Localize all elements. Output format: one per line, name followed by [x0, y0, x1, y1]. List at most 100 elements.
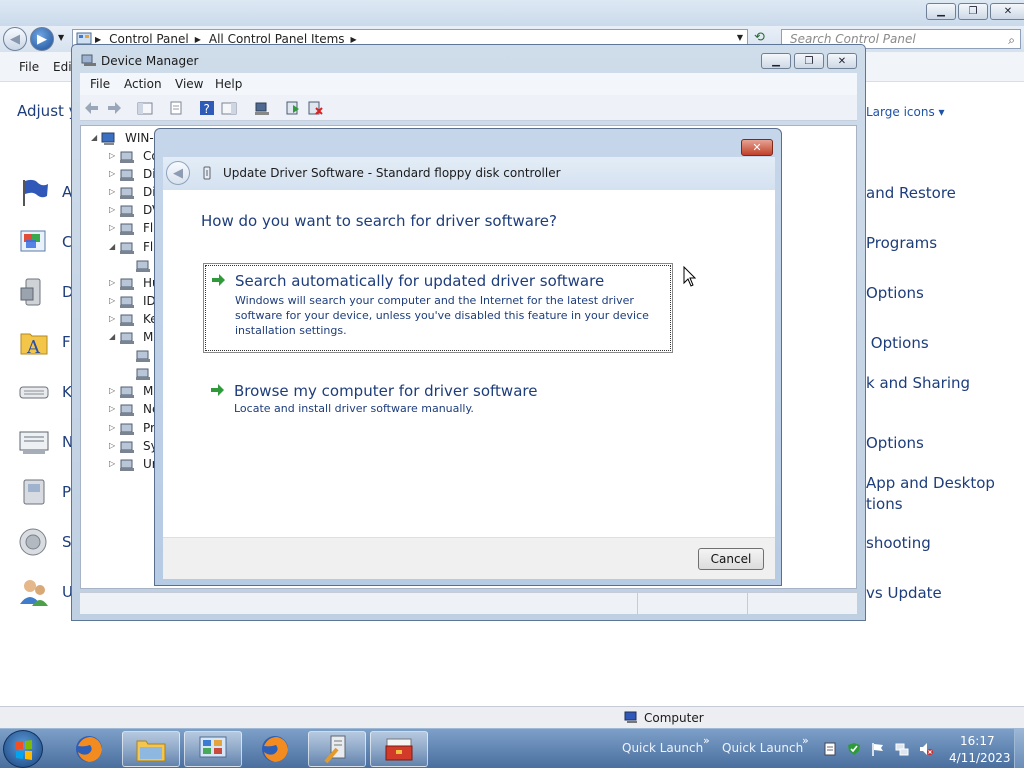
search-icon[interactable]: ⌕: [1008, 31, 1015, 49]
quick-launch-label[interactable]: Quick Launch: [622, 741, 703, 755]
tree-item[interactable]: ▷ Di: [81, 167, 161, 183]
keyboard-icon[interactable]: [18, 376, 50, 408]
cp-right-item-label[interactable]: shooting: [866, 533, 931, 554]
tree-item[interactable]: ▷ Pr: [81, 421, 161, 437]
tray-document-icon[interactable]: [823, 742, 837, 756]
user-accounts-icon[interactable]: [18, 576, 50, 608]
tree-item[interactable]: ◢ Fl: [81, 240, 161, 256]
tree-item[interactable]: ▷ Fl: [81, 221, 161, 237]
action-center-flag-icon[interactable]: [18, 176, 50, 208]
forward-arrow-icon[interactable]: [106, 100, 122, 116]
recent-pages-chevron-icon[interactable]: ▼: [58, 33, 64, 42]
cp-right-item-label[interactable]: and Restore: [866, 183, 956, 204]
cp-right-item-label[interactable]: Options: [866, 433, 924, 454]
menu-file[interactable]: File: [19, 60, 39, 74]
quick-launch-label[interactable]: Quick Launch: [722, 741, 803, 755]
dm-menu-action[interactable]: Action: [124, 77, 162, 91]
tree-item[interactable]: ▷ Ke: [81, 312, 161, 328]
back-arrow-icon[interactable]: [84, 100, 100, 116]
back-button[interactable]: ◀: [3, 27, 27, 51]
tree-item[interactable]: ▷ M: [81, 384, 161, 400]
tree-expand-icon[interactable]: ▷: [109, 314, 115, 323]
minimize-button[interactable]: ▁: [926, 3, 956, 20]
cp-right-item-label[interactable]: Programs: [866, 233, 937, 254]
tree-item[interactable]: ◢ M: [81, 330, 161, 346]
phone-modem-icon[interactable]: [18, 476, 50, 508]
explorer-taskbar-button[interactable]: [122, 731, 180, 767]
quick-launch-chevron-icon[interactable]: »: [802, 734, 809, 747]
tree-expand-icon[interactable]: ▷: [109, 205, 115, 214]
tree-collapse-icon[interactable]: ◢: [91, 133, 97, 142]
tree-expand-icon[interactable]: ▷: [109, 459, 115, 468]
close-button[interactable]: ✕: [990, 3, 1024, 20]
computer-label[interactable]: Computer: [644, 711, 704, 725]
tree-item[interactable]: ▷ Co: [81, 149, 161, 165]
dm-close-button[interactable]: ✕: [827, 53, 857, 69]
tree-root[interactable]: ◢ WIN-I: [81, 131, 161, 147]
dm-menu-view[interactable]: View: [175, 77, 203, 91]
restore-button[interactable]: ❐: [958, 3, 988, 20]
tree-expand-icon[interactable]: ▷: [109, 423, 115, 432]
uninstall-device-icon[interactable]: [307, 100, 323, 116]
search-automatically-title[interactable]: Search automatically for updated driver …: [235, 272, 604, 290]
properties-icon[interactable]: [168, 100, 184, 116]
address-dropdown-icon[interactable]: ▼: [737, 33, 743, 42]
tree-expand-icon[interactable]: ▷: [109, 223, 115, 232]
update-driver-icon[interactable]: [285, 100, 301, 116]
color-management-icon[interactable]: [18, 226, 50, 258]
tree-expand-icon[interactable]: ▷: [109, 278, 115, 287]
dialog-close-button[interactable]: ✕: [741, 139, 773, 156]
tree-item[interactable]: [81, 258, 161, 274]
show-hide-tree-icon[interactable]: [137, 100, 153, 116]
dm-restore-button[interactable]: ❐: [794, 53, 824, 69]
tree-item[interactable]: ▷ Ne: [81, 402, 161, 418]
cp-right-item-label[interactable]: App and Desktop tions: [866, 473, 995, 515]
start-button[interactable]: [3, 730, 43, 768]
cp-right-item-label[interactable]: vs Update: [866, 583, 942, 604]
clock-time[interactable]: 16:17: [960, 734, 995, 748]
search-automatically-option[interactable]: Search automatically for updated driver …: [203, 263, 673, 353]
device-printer-icon[interactable]: [18, 276, 50, 308]
browse-computer-option[interactable]: Browse my computer for driver software L…: [203, 374, 673, 424]
tree-expand-icon[interactable]: ▷: [109, 441, 115, 450]
tree-item[interactable]: [81, 366, 161, 382]
tray-network-icon[interactable]: [895, 742, 909, 756]
dm-menu-help[interactable]: Help: [215, 77, 242, 91]
scan-hardware-icon[interactable]: [254, 100, 270, 116]
tree-item[interactable]: ▷ ID: [81, 294, 161, 310]
cp-right-item-label[interactable]: Options: [866, 333, 929, 354]
tree-expand-icon[interactable]: ▷: [109, 296, 115, 305]
tree-item[interactable]: ▷ DV: [81, 203, 161, 219]
dm-minimize-button[interactable]: ▁: [761, 53, 791, 69]
toolbox-taskbar-button[interactable]: [370, 731, 428, 767]
quick-launch-chevron-icon[interactable]: »: [703, 734, 710, 747]
clock-date[interactable]: 4/11/2023: [949, 751, 1011, 765]
tree-expand-icon[interactable]: ▷: [109, 151, 115, 160]
help-icon[interactable]: ?: [199, 100, 215, 116]
cp-left-item-label[interactable]: P: [62, 483, 71, 501]
firefox-taskbar-button[interactable]: [60, 731, 118, 767]
show-desktop-button[interactable]: [1014, 729, 1024, 768]
browse-computer-title[interactable]: Browse my computer for driver software: [234, 382, 537, 400]
cp-right-item-label[interactable]: Options: [866, 283, 924, 304]
device-manager-taskbar-button[interactable]: [308, 731, 366, 767]
tree-expand-icon[interactable]: ◢: [109, 242, 115, 251]
tree-expand-icon[interactable]: ▷: [109, 404, 115, 413]
tree-expand-icon[interactable]: ◢: [109, 332, 115, 341]
refresh-icon[interactable]: ⟲: [754, 30, 765, 45]
network-icon[interactable]: [18, 426, 50, 458]
tree-expand-icon[interactable]: ▷: [109, 187, 115, 196]
cp-left-item-label[interactable]: F: [62, 333, 71, 351]
cp-right-item-label[interactable]: k and Sharing: [866, 373, 970, 394]
forward-button[interactable]: ▶: [30, 27, 54, 51]
tree-expand-icon[interactable]: ▷: [109, 169, 115, 178]
cancel-button[interactable]: Cancel: [698, 548, 764, 570]
tree-item[interactable]: ▷ Hu: [81, 276, 161, 292]
tray-action-center-flag-icon[interactable]: [871, 742, 885, 756]
tray-volume-muted-icon[interactable]: [919, 742, 933, 756]
tree-item[interactable]: ▷ Sy: [81, 439, 161, 455]
control-panel-taskbar-button[interactable]: [184, 731, 242, 767]
dialog-back-button[interactable]: ◀: [166, 161, 190, 185]
tray-security-check-icon[interactable]: [847, 742, 861, 756]
dm-menu-file[interactable]: File: [90, 77, 110, 91]
